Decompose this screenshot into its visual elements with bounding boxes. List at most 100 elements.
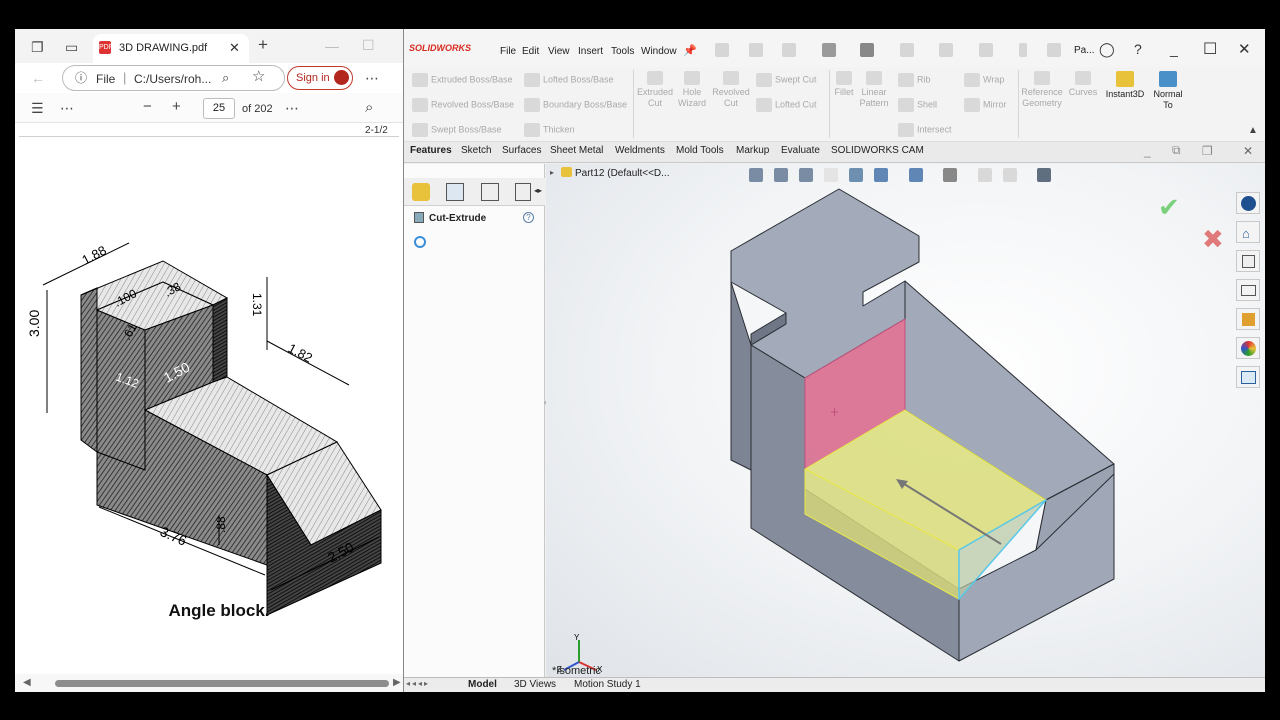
- tab-surfaces[interactable]: Surfaces: [502, 145, 541, 156]
- task-pane-file-explorer[interactable]: [1236, 279, 1260, 301]
- favorite-star-icon[interactable]: ☆: [252, 69, 265, 84]
- shell-button[interactable]: Shell: [898, 98, 937, 112]
- instant3d-button[interactable]: Instant3D: [1103, 71, 1147, 100]
- feature-tree-tab-icon[interactable]: [412, 183, 430, 201]
- user-icon[interactable]: ◯: [1099, 41, 1115, 58]
- revolved-boss-button[interactable]: Revolved Boss/Base: [412, 98, 514, 112]
- minimize-icon[interactable]: —: [325, 39, 339, 53]
- zoom-out-icon[interactable]: −: [143, 99, 152, 114]
- swept-boss-button[interactable]: Swept Boss/Base: [412, 123, 502, 137]
- address-bar[interactable]: ⓘ File | C:/Users/roh... ⌕ ☆: [62, 65, 285, 91]
- minimize-icon[interactable]: _: [1170, 41, 1178, 57]
- property-manager-tab-icon[interactable]: [446, 183, 464, 201]
- file-properties-icon[interactable]: [1047, 43, 1061, 57]
- close-tab-icon[interactable]: ✕: [229, 40, 240, 56]
- new-document-icon[interactable]: [749, 43, 763, 57]
- redo-icon[interactable]: [939, 43, 953, 57]
- browser-tab[interactable]: PDF 3D DRAWING.pdf ✕: [93, 34, 249, 63]
- wrap-button[interactable]: Wrap: [964, 73, 1004, 87]
- task-pane-resources[interactable]: [1236, 192, 1260, 214]
- menu-insert[interactable]: Insert: [578, 46, 603, 57]
- tab-model[interactable]: Model: [468, 679, 497, 690]
- task-pane-home[interactable]: ⌂: [1236, 221, 1260, 243]
- curves-button[interactable]: Curves: [1066, 71, 1100, 98]
- home-icon[interactable]: [715, 43, 729, 57]
- lofted-cut-button[interactable]: Lofted Cut: [756, 98, 817, 112]
- doc-minimize-icon[interactable]: _: [1144, 144, 1151, 158]
- back-icon[interactable]: ←: [31, 71, 45, 85]
- tab-sketch[interactable]: Sketch: [461, 145, 492, 156]
- graphics-area[interactable]: ▸ Part12 (Default<<D... ✔ ✖ Y X Z *Isome…: [546, 164, 1265, 677]
- menu-view[interactable]: View: [548, 46, 570, 57]
- tab-evaluate[interactable]: Evaluate: [781, 145, 820, 156]
- task-pane-custom-properties[interactable]: [1236, 366, 1260, 388]
- menu-window[interactable]: Window: [641, 46, 677, 57]
- boundary-boss-button[interactable]: Boundary Boss/Base: [524, 98, 627, 112]
- rebuild-icon[interactable]: [1019, 43, 1027, 57]
- extruded-cut-button[interactable]: Extruded Cut: [636, 71, 674, 109]
- zoom-icon[interactable]: ⌕: [222, 71, 229, 85]
- intersect-button[interactable]: Intersect: [898, 123, 952, 137]
- 3d-model[interactable]: [546, 164, 1265, 677]
- tab-motion-study[interactable]: Motion Study 1: [574, 679, 641, 690]
- fm-tab-scroll-icon[interactable]: ◂▸: [534, 186, 542, 195]
- maximize-icon[interactable]: ☐: [362, 38, 375, 52]
- pdf-overflow-icon[interactable]: ⋯: [285, 101, 299, 115]
- doc-tile-icon[interactable]: ⧉: [1172, 143, 1181, 158]
- mirror-button[interactable]: Mirror: [964, 98, 1007, 112]
- tab-mold-tools[interactable]: Mold Tools: [676, 145, 724, 156]
- scrollbar-thumb[interactable]: [55, 680, 389, 687]
- maximize-icon[interactable]: ☐: [1203, 39, 1217, 59]
- tab-scroll-arrows-icon[interactable]: ◂◂◂▸: [406, 679, 430, 688]
- help-icon[interactable]: ?: [1134, 41, 1142, 57]
- swept-cut-button[interactable]: Swept Cut: [756, 73, 817, 87]
- new-tab-icon[interactable]: +: [258, 36, 268, 53]
- doc-restore-icon[interactable]: ❐: [1202, 144, 1213, 158]
- tab-weldments[interactable]: Weldments: [615, 145, 665, 156]
- collapse-ribbon-icon[interactable]: ▲: [1248, 125, 1258, 136]
- page-number-input[interactable]: 25: [203, 98, 235, 119]
- revolved-cut-button[interactable]: Revolved Cut: [711, 71, 751, 109]
- undo-icon[interactable]: [900, 43, 914, 57]
- find-icon[interactable]: ⌕: [365, 100, 373, 115]
- print-icon[interactable]: [860, 43, 874, 57]
- tab-actions-icon[interactable]: ▭: [65, 40, 78, 54]
- save-icon[interactable]: [822, 43, 836, 57]
- workspaces-icon[interactable]: ❐: [31, 40, 44, 54]
- pin-icon[interactable]: 📌: [683, 44, 697, 57]
- sign-in-button[interactable]: Sign in: [287, 66, 353, 90]
- hole-wizard-button[interactable]: Hole Wizard: [675, 71, 709, 109]
- more-options-icon[interactable]: ⋯: [365, 71, 379, 85]
- menu-edit[interactable]: Edit: [522, 46, 539, 57]
- tab-markup[interactable]: Markup: [736, 145, 769, 156]
- fillet-button[interactable]: Fillet: [832, 71, 856, 98]
- task-pane-design-library[interactable]: [1236, 250, 1260, 272]
- pdf-more-icon[interactable]: ⋯: [60, 101, 74, 115]
- task-pane-view-palette[interactable]: [1236, 308, 1260, 330]
- menu-file[interactable]: File: [500, 46, 516, 57]
- horizontal-scrollbar[interactable]: ◀ ▶: [15, 674, 403, 692]
- lofted-boss-button[interactable]: Lofted Boss/Base: [524, 73, 614, 87]
- close-window-icon[interactable]: ✕: [1238, 40, 1251, 58]
- rib-button[interactable]: Rib: [898, 73, 931, 87]
- tab-solidworks-cam[interactable]: SOLIDWORKS CAM: [831, 145, 924, 156]
- extruded-boss-button[interactable]: Extruded Boss/Base: [412, 73, 513, 87]
- linear-pattern-button[interactable]: Linear Pattern: [857, 71, 891, 109]
- normal-to-button[interactable]: Normal To: [1150, 71, 1186, 111]
- contents-icon[interactable]: ☰: [31, 101, 44, 115]
- menu-tools[interactable]: Tools: [611, 46, 634, 57]
- select-icon[interactable]: [979, 43, 993, 57]
- zoom-in-icon[interactable]: +: [172, 99, 181, 114]
- help-icon[interactable]: ?: [523, 212, 534, 223]
- tab-3d-views[interactable]: 3D Views: [514, 679, 556, 690]
- tab-sheet-metal[interactable]: Sheet Metal: [550, 145, 603, 156]
- reference-geometry-button[interactable]: Reference Geometry: [1021, 71, 1063, 109]
- scroll-left-icon[interactable]: ◀: [23, 676, 31, 690]
- dimxpert-tab-icon[interactable]: [515, 183, 531, 201]
- doc-close-icon[interactable]: ✕: [1243, 144, 1253, 158]
- tab-features[interactable]: Features: [410, 145, 452, 156]
- task-pane-appearances[interactable]: [1236, 337, 1260, 359]
- thicken-button[interactable]: Thicken: [524, 123, 575, 137]
- search-commands[interactable]: Pa...: [1074, 45, 1095, 56]
- open-icon[interactable]: [782, 43, 796, 57]
